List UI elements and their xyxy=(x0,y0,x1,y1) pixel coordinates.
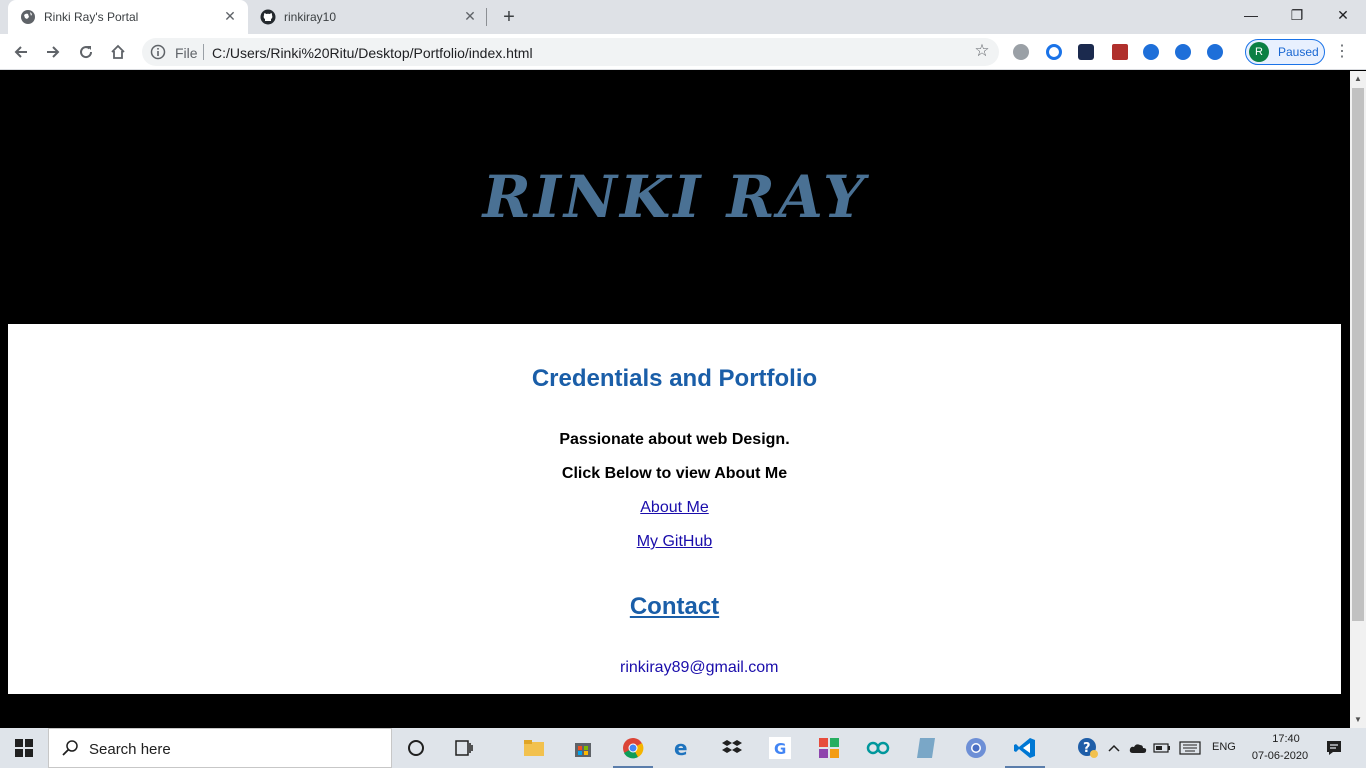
address-bar[interactable]: File C:/Users/Rinki%20Ritu/Desktop/Portf… xyxy=(142,38,999,66)
reload-button[interactable] xyxy=(75,41,97,63)
tab-title: rinkiray10 xyxy=(284,10,337,24)
section-title: Credentials and Portfolio xyxy=(531,365,818,392)
search-icon xyxy=(62,740,78,756)
office-icon[interactable] xyxy=(815,734,843,762)
scroll-thumb[interactable] xyxy=(1352,88,1364,621)
tab-strip: Rinki Ray's Portal ✕ rinkiray10 ✕ + ― ❐ … xyxy=(0,0,1366,34)
task-view-icon[interactable] xyxy=(450,734,478,762)
extension-cube-icon[interactable] xyxy=(1078,44,1094,60)
start-button[interactable] xyxy=(0,728,48,768)
close-icon[interactable]: ✕ xyxy=(222,8,238,24)
taskbar-search[interactable]: Search here xyxy=(48,728,392,768)
forward-button[interactable] xyxy=(42,41,64,63)
extension-sync-icon[interactable] xyxy=(1046,44,1062,60)
omnibox-divider xyxy=(203,44,204,60)
tray-expand-icon[interactable] xyxy=(1102,734,1126,762)
arrow-right-icon xyxy=(47,46,60,58)
tab-rinkiray10[interactable]: rinkiray10 ✕ xyxy=(248,0,488,34)
vscode-icon[interactable] xyxy=(1011,734,1039,762)
back-button[interactable] xyxy=(10,41,32,63)
taskbar: Search here e G ? ENG 17:40 07-06-2020 xyxy=(0,728,1366,768)
extension-search-icon[interactable] xyxy=(1175,44,1191,60)
page-viewport: RINKI RAY Credentials and Portfolio Pass… xyxy=(0,71,1350,728)
browser-toolbar: File C:/Users/Rinki%20Ritu/Desktop/Portf… xyxy=(0,34,1366,70)
about-me-link[interactable]: About Me xyxy=(640,499,708,516)
tab-divider xyxy=(486,8,487,26)
cortana-icon[interactable] xyxy=(402,734,430,762)
extension-tool-icon[interactable] xyxy=(1112,44,1128,60)
dropbox-icon[interactable] xyxy=(718,734,746,762)
profile-status: Paused xyxy=(1278,45,1319,59)
keyboard-icon[interactable] xyxy=(1176,734,1204,762)
home-icon xyxy=(111,44,125,59)
globe-icon xyxy=(21,10,35,24)
tagline: Passionate about web Design. xyxy=(559,431,790,448)
scroll-up-icon[interactable]: ▲ xyxy=(1350,71,1366,87)
more-menu-icon[interactable]: ⋮ xyxy=(1334,42,1350,62)
bookmark-star-icon[interactable]: ☆ xyxy=(973,42,991,60)
language-indicator[interactable]: ENG xyxy=(1212,741,1236,753)
github-icon xyxy=(260,9,276,25)
about-prompt: Click Below to view About Me xyxy=(561,465,788,482)
clock-date[interactable]: 07-06-2020 xyxy=(1249,750,1311,762)
extension-search-icon[interactable] xyxy=(1143,44,1159,60)
home-button[interactable] xyxy=(107,41,129,63)
battery-icon[interactable] xyxy=(1150,734,1174,762)
avatar: R xyxy=(1249,42,1269,62)
help-icon[interactable]: ? xyxy=(1074,734,1102,762)
svg-text:?: ? xyxy=(1083,741,1091,756)
tab-rinki-rays-portal[interactable]: Rinki Ray's Portal ✕ xyxy=(8,0,248,34)
contact-title: Contact xyxy=(629,593,720,620)
extension-search-icon[interactable] xyxy=(1207,44,1223,60)
scroll-down-icon[interactable]: ▼ xyxy=(1350,712,1366,728)
clock-time[interactable]: 17:40 xyxy=(1264,733,1308,745)
google-icon[interactable]: G xyxy=(766,734,794,762)
notes-app-icon[interactable] xyxy=(912,734,940,762)
info-icon[interactable] xyxy=(150,44,166,60)
arrow-left-icon xyxy=(14,46,27,58)
chromium-icon[interactable] xyxy=(962,734,990,762)
github-link[interactable]: My GitHub xyxy=(637,533,713,550)
file-explorer-icon[interactable] xyxy=(520,734,548,762)
windows-icon xyxy=(15,739,33,757)
restore-button[interactable]: ❐ xyxy=(1274,0,1320,30)
scheme-label: File xyxy=(175,45,198,61)
search-placeholder: Search here xyxy=(89,741,171,758)
reload-icon xyxy=(80,46,93,59)
new-tab-button[interactable]: + xyxy=(498,6,520,28)
url-text[interactable]: C:/Users/Rinki%20Ritu/Desktop/Portfolio/… xyxy=(212,45,533,61)
chrome-icon[interactable] xyxy=(619,734,647,762)
minimize-button[interactable]: ― xyxy=(1228,0,1274,30)
hero-banner: RINKI RAY xyxy=(0,71,1350,324)
email-text: rinkiray89@gmail.com xyxy=(620,659,779,676)
close-icon[interactable]: ✕ xyxy=(462,8,478,24)
close-window-button[interactable]: ✕ xyxy=(1320,0,1366,30)
tab-title: Rinki Ray's Portal xyxy=(44,10,139,24)
content-panel: Credentials and Portfolio Passionate abo… xyxy=(8,324,1341,694)
profile-button[interactable]: R Paused xyxy=(1245,39,1325,65)
vertical-scrollbar[interactable]: ▲ ▼ xyxy=(1350,71,1366,728)
svg-text:e: e xyxy=(674,737,688,759)
onedrive-icon[interactable] xyxy=(1126,734,1150,762)
extension-globe-icon[interactable] xyxy=(1013,44,1029,60)
edge-icon[interactable]: e xyxy=(668,734,696,762)
store-icon[interactable] xyxy=(569,734,597,762)
arduino-icon[interactable] xyxy=(864,734,892,762)
svg-text:G: G xyxy=(774,740,786,758)
hero-title: RINKI RAY xyxy=(482,163,868,231)
notifications-icon[interactable] xyxy=(1320,734,1348,762)
